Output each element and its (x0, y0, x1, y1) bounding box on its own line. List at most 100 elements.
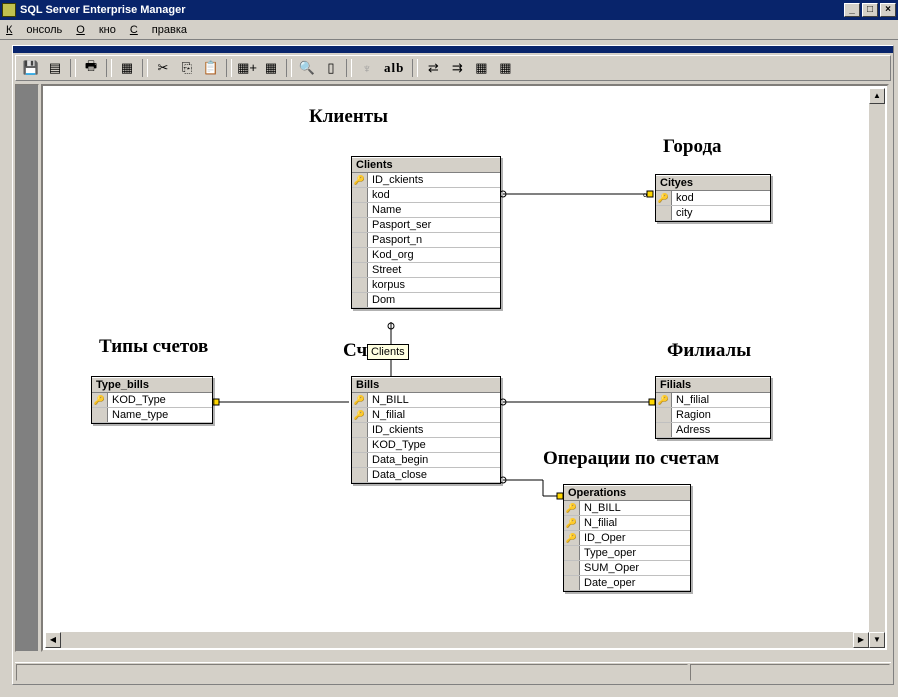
column-row[interactable]: Data_begin (352, 453, 500, 468)
column-row[interactable]: SUM_Oper (564, 561, 690, 576)
layout-icon[interactable]: ▦ (494, 58, 516, 78)
column-row[interactable]: KOD_Type (352, 438, 500, 453)
column-row[interactable]: 🔑N_BILL (352, 393, 500, 408)
column-row[interactable]: 🔑N_BILL (564, 501, 690, 516)
column-name: kod (672, 192, 770, 204)
column-row[interactable]: Street (352, 263, 500, 278)
minimize-button[interactable]: _ (844, 3, 860, 17)
column-row[interactable]: 🔑N_filial (352, 408, 500, 423)
column-name: Dom (368, 294, 500, 306)
table-header: Clients (352, 157, 500, 173)
column-name: kod (368, 189, 500, 201)
table-cityes[interactable]: Cityes 🔑kodcity (655, 174, 771, 222)
horizontal-scrollbar[interactable]: ◀ ▶ (45, 632, 869, 648)
scroll-right-icon[interactable]: ▶ (853, 632, 869, 648)
column-row[interactable]: city (656, 206, 770, 221)
document-window: 💾 ▤ 🖶 ▦ ✂ ⎘ 📋 ▦+ ▦ 🔍 ▯ ♆ alb ⇄ ⇉ ▦ ▦ ∞ (12, 45, 894, 685)
column-row[interactable]: korpus (352, 278, 500, 293)
new-table-icon[interactable]: ▦ (116, 58, 138, 78)
diagram-canvas[interactable]: ∞ Клиенты Города Типы счетов Сч Филиалы … (41, 84, 889, 652)
save-icon[interactable]: 💾 (20, 58, 42, 78)
column-row[interactable]: Name (352, 203, 500, 218)
table-clients[interactable]: Clients 🔑ID_ckientskodNamePasport_serPas… (351, 156, 501, 309)
column-row[interactable]: Dom (352, 293, 500, 308)
grid-icon[interactable]: ▦ (470, 58, 492, 78)
column-row[interactable]: 🔑N_filial (564, 516, 690, 531)
scroll-up-icon[interactable]: ▲ (869, 88, 885, 104)
menu-help[interactable]: Справка (130, 24, 187, 36)
column-icon (352, 203, 368, 217)
status-bar (15, 662, 891, 682)
table-columns: 🔑kodcity (656, 191, 770, 221)
column-row[interactable]: Adress (656, 423, 770, 438)
column-icon (352, 248, 368, 262)
column-row[interactable]: Ragion (656, 408, 770, 423)
toolbar-separator (286, 59, 292, 77)
column-name: N_filial (672, 394, 770, 406)
column-name: ID_ckients (368, 174, 500, 186)
print-icon[interactable]: 🖶 (80, 58, 102, 78)
column-row[interactable]: 🔑KOD_Type (92, 393, 212, 408)
key-icon[interactable]: ♆ (356, 58, 378, 78)
cut-icon[interactable]: ✂ (152, 58, 174, 78)
caption-clients: Клиенты (309, 106, 388, 128)
column-row[interactable]: 🔑N_filial (656, 393, 770, 408)
column-icon (564, 561, 580, 575)
table-columns: 🔑N_BILL🔑N_filial🔑ID_OperType_operSUM_Ope… (564, 501, 690, 591)
delete-icon[interactable]: ▦ (260, 58, 282, 78)
column-icon (564, 576, 580, 590)
column-name: N_filial (580, 517, 690, 529)
column-row[interactable]: 🔑kod (656, 191, 770, 206)
column-row[interactable]: 🔑ID_Oper (564, 531, 690, 546)
copy-icon[interactable]: ⎘ (176, 58, 198, 78)
primary-key-icon: 🔑 (92, 393, 108, 407)
add-table-icon[interactable]: ▦+ (236, 58, 258, 78)
toolbar-separator (346, 59, 352, 77)
column-row[interactable]: Data_close (352, 468, 500, 483)
properties-icon[interactable]: ▤ (44, 58, 66, 78)
column-name: Adress (672, 424, 770, 436)
column-icon (352, 293, 368, 307)
column-row[interactable]: Pasport_ser (352, 218, 500, 233)
maximize-button[interactable]: □ (862, 3, 878, 17)
column-row[interactable]: Pasport_n (352, 233, 500, 248)
annotation-icon[interactable]: alb (380, 58, 408, 78)
column-row[interactable]: ID_ckients (352, 423, 500, 438)
column-icon (352, 188, 368, 202)
table-operations[interactable]: Operations 🔑N_BILL🔑N_filial🔑ID_OperType_… (563, 484, 691, 592)
table-filials[interactable]: Filials 🔑N_filialRagionAdress (655, 376, 771, 439)
scroll-down-icon[interactable]: ▼ (869, 632, 885, 648)
vertical-scrollbar[interactable]: ▲ ▼ (869, 88, 885, 648)
primary-key-icon: 🔑 (352, 173, 368, 187)
table-header: Bills (352, 377, 500, 393)
arrange-icon[interactable]: ⇉ (446, 58, 468, 78)
table-bills[interactable]: Bills 🔑N_BILL🔑N_filialID_ckientsKOD_Type… (351, 376, 501, 484)
column-name: Date_oper (580, 577, 690, 589)
paste-icon[interactable]: 📋 (200, 58, 222, 78)
menu-window[interactable]: Окно (76, 24, 116, 36)
column-name: Ragion (672, 409, 770, 421)
caption-operations: Операции по счетам (543, 448, 719, 470)
menu-console[interactable]: Консоль (6, 24, 62, 36)
column-name: KOD_Type (108, 394, 212, 406)
ruler-strip (15, 84, 39, 652)
column-name: ID_Oper (580, 532, 690, 544)
page-setup-icon[interactable]: ▯ (320, 58, 342, 78)
relationship-icon[interactable]: ⇄ (422, 58, 444, 78)
menu-bar: Консоль Окно Справка (0, 20, 898, 40)
column-icon (92, 408, 108, 422)
column-row[interactable]: Name_type (92, 408, 212, 423)
primary-key-icon: 🔑 (564, 531, 580, 545)
table-type-bills[interactable]: Type_bills 🔑KOD_TypeName_type (91, 376, 213, 424)
close-button[interactable]: × (880, 3, 896, 17)
column-row[interactable]: kod (352, 188, 500, 203)
column-name: Data_begin (368, 454, 500, 466)
scroll-left-icon[interactable]: ◀ (45, 632, 61, 648)
column-row[interactable]: Type_oper (564, 546, 690, 561)
column-row[interactable]: Date_oper (564, 576, 690, 591)
zoom-icon[interactable]: 🔍 (296, 58, 318, 78)
column-name: korpus (368, 279, 500, 291)
column-row[interactable]: Kod_org (352, 248, 500, 263)
column-icon (352, 453, 368, 467)
column-row[interactable]: 🔑ID_ckients (352, 173, 500, 188)
